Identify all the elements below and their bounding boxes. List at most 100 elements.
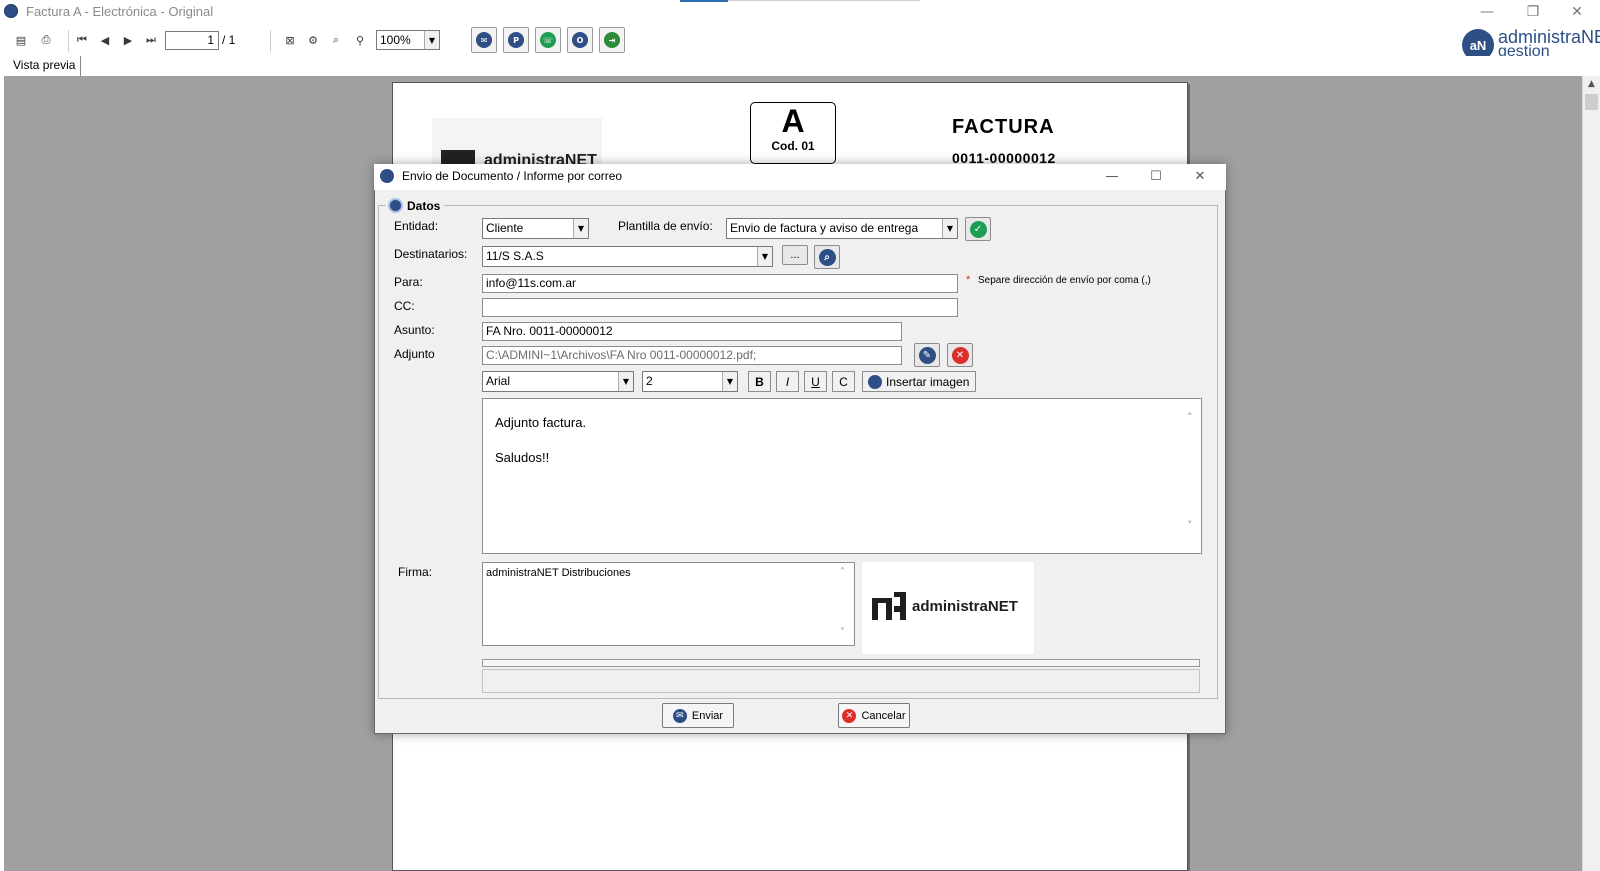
status-area [482,669,1200,693]
zoom-select[interactable]: 100% ▼ [376,30,440,50]
destinatarios-select[interactable]: 11/S S.A.S ▼ [482,246,773,267]
para-hint: Separe dirección de envío por coma (,) [978,275,1151,286]
scroll-up-icon[interactable]: ˄ [840,567,845,578]
message-body-editor[interactable]: Adjunto factura. Saludos!! ˄ ˅ [482,398,1202,554]
edit-attachment-button[interactable]: ✎ [914,343,940,367]
scroll-down-icon[interactable]: ˅ [1187,519,1193,532]
font-select[interactable]: Arial ▼ [482,371,634,392]
search-icon: ⌕ [818,248,836,266]
toolbar-separator [270,30,271,52]
find-icon[interactable]: ⌕ [328,32,344,48]
binoculars-icon[interactable]: ⚲ [352,32,368,48]
para-label: Para: [394,275,423,289]
tools-icon[interactable]: ⚙ [305,32,321,48]
exit-icon: ⇥ [604,32,620,48]
check-icon: ✓ [969,220,987,238]
browse-recipients-button[interactable]: ... [782,245,808,265]
chevron-down-icon: ▼ [618,372,633,391]
exit-button[interactable]: ⇥ [599,27,625,53]
chevron-down-icon: ▼ [722,372,737,391]
plantilla-label: Plantilla de envío: [618,219,713,233]
para-input[interactable]: info@11s.com.ar [482,274,958,293]
vertical-scrollbar[interactable]: ▲ [1582,76,1600,871]
last-page-icon[interactable]: ⏭ [143,32,159,48]
tab-strip [0,56,1600,76]
invoice-type-box: A Cod. 01 [750,102,836,164]
restore-button[interactable]: ❐ [1510,0,1556,24]
dialog-maximize-button[interactable]: ☐ [1134,164,1178,188]
first-page-icon[interactable]: ⏮ [74,32,90,48]
cancel-label: Cancelar [861,709,906,722]
export-icon[interactable]: ▤ [13,32,29,48]
cc-label: CC: [394,299,415,313]
entidad-select[interactable]: Cliente ▼ [482,218,589,239]
outlook-button[interactable]: O [567,27,593,53]
insert-image-button[interactable]: Insertar imagen [862,371,976,392]
close-window-button[interactable]: ✕ [1554,0,1600,24]
entidad-label: Entidad: [394,219,439,233]
zoom-value: 100% [380,33,411,47]
next-page-icon[interactable]: ▶ [120,32,136,48]
email-icon: ✉ [476,32,492,48]
delete-icon: ✕ [951,346,969,364]
scroll-down-icon[interactable]: ˅ [840,627,845,638]
pdf-button[interactable]: P [503,27,529,53]
tab-preview[interactable]: Vista previa [8,56,82,76]
body-line: Adjunto factura. [495,415,587,430]
chevron-down-icon: ▼ [573,219,588,238]
window-titlebar: Factura A - Electrónica - Original [0,0,1600,24]
scrollbar-thumb[interactable] [1585,94,1598,110]
destinatarios-value: 11/S S.A.S [486,249,544,263]
confirm-template-button[interactable]: ✓ [965,217,991,241]
send-progress-bar [482,659,1200,667]
asunto-input[interactable]: FA Nro. 0011-00000012 [482,322,902,341]
email-button[interactable]: ✉ [471,27,497,53]
font-size-value: 2 [646,374,653,388]
adjunto-input[interactable]: C:\ADMINI~1\Archivos\FA Nro 0011-0000001… [482,346,902,365]
body-line: Saludos!! [495,450,550,465]
cc-input[interactable] [482,298,958,317]
italic-button[interactable]: I [776,371,799,392]
outlook-icon: O [572,32,588,48]
scroll-up-icon[interactable]: ▲ [1583,76,1600,92]
firma-logo-text: administraNET [912,598,1018,615]
color-button[interactable]: C [832,371,855,392]
logo-mark-icon [872,592,906,620]
firma-logo[interactable]: administraNET [862,562,1034,654]
dialog-minimize-button[interactable]: — [1090,164,1134,188]
firma-input[interactable]: administraNET Distribuciones ˄ ˅ [482,562,855,646]
destinatarios-label: Destinatarios: [394,247,468,261]
plantilla-value: Envio de factura y aviso de entrega [730,221,919,235]
cancel-icon: ✕ [842,708,857,723]
firma-scrollbar[interactable]: ˄ ˅ [837,563,854,645]
invoice-title: FACTURA [952,116,1055,138]
chevron-down-icon: ▼ [757,247,772,266]
font-size-select[interactable]: 2 ▼ [642,371,738,392]
asunto-label: Asunto: [394,323,435,337]
search-recipients-button[interactable]: ⌕ [814,245,840,269]
editor-scrollbar[interactable]: ˄ ˅ [1184,399,1201,553]
email-icon: ✉ [672,708,687,723]
firma-text: administraNET Distribuciones [486,567,631,579]
remove-attachment-button[interactable]: ✕ [947,343,973,367]
whatsapp-button[interactable]: ☏ [535,27,561,53]
app-icon [4,4,18,18]
dialog-close-button[interactable]: ✕ [1178,164,1222,188]
send-button[interactable]: ✉ Enviar [662,703,734,728]
prev-page-icon[interactable]: ◀ [97,32,113,48]
plantilla-select[interactable]: Envio de factura y aviso de entrega ▼ [726,218,958,239]
minimize-button[interactable]: — [1464,0,1510,24]
bold-button[interactable]: B [748,371,771,392]
dialog-app-icon [380,169,394,183]
close-preview-icon[interactable]: ⊠ [282,32,298,48]
underline-button[interactable]: U [804,371,827,392]
scroll-up-icon[interactable]: ˄ [1187,411,1193,424]
entidad-value: Cliente [486,221,524,235]
print-icon[interactable]: ⎙ [38,32,54,48]
pdf-icon: P [508,32,524,48]
adjunto-label: Adjunto [394,347,435,361]
chevron-down-icon: ▼ [942,219,957,238]
cancel-button[interactable]: ✕ Cancelar [838,703,910,728]
page-number-input[interactable]: 1 [165,31,219,50]
invoice-letter: A [781,103,805,139]
